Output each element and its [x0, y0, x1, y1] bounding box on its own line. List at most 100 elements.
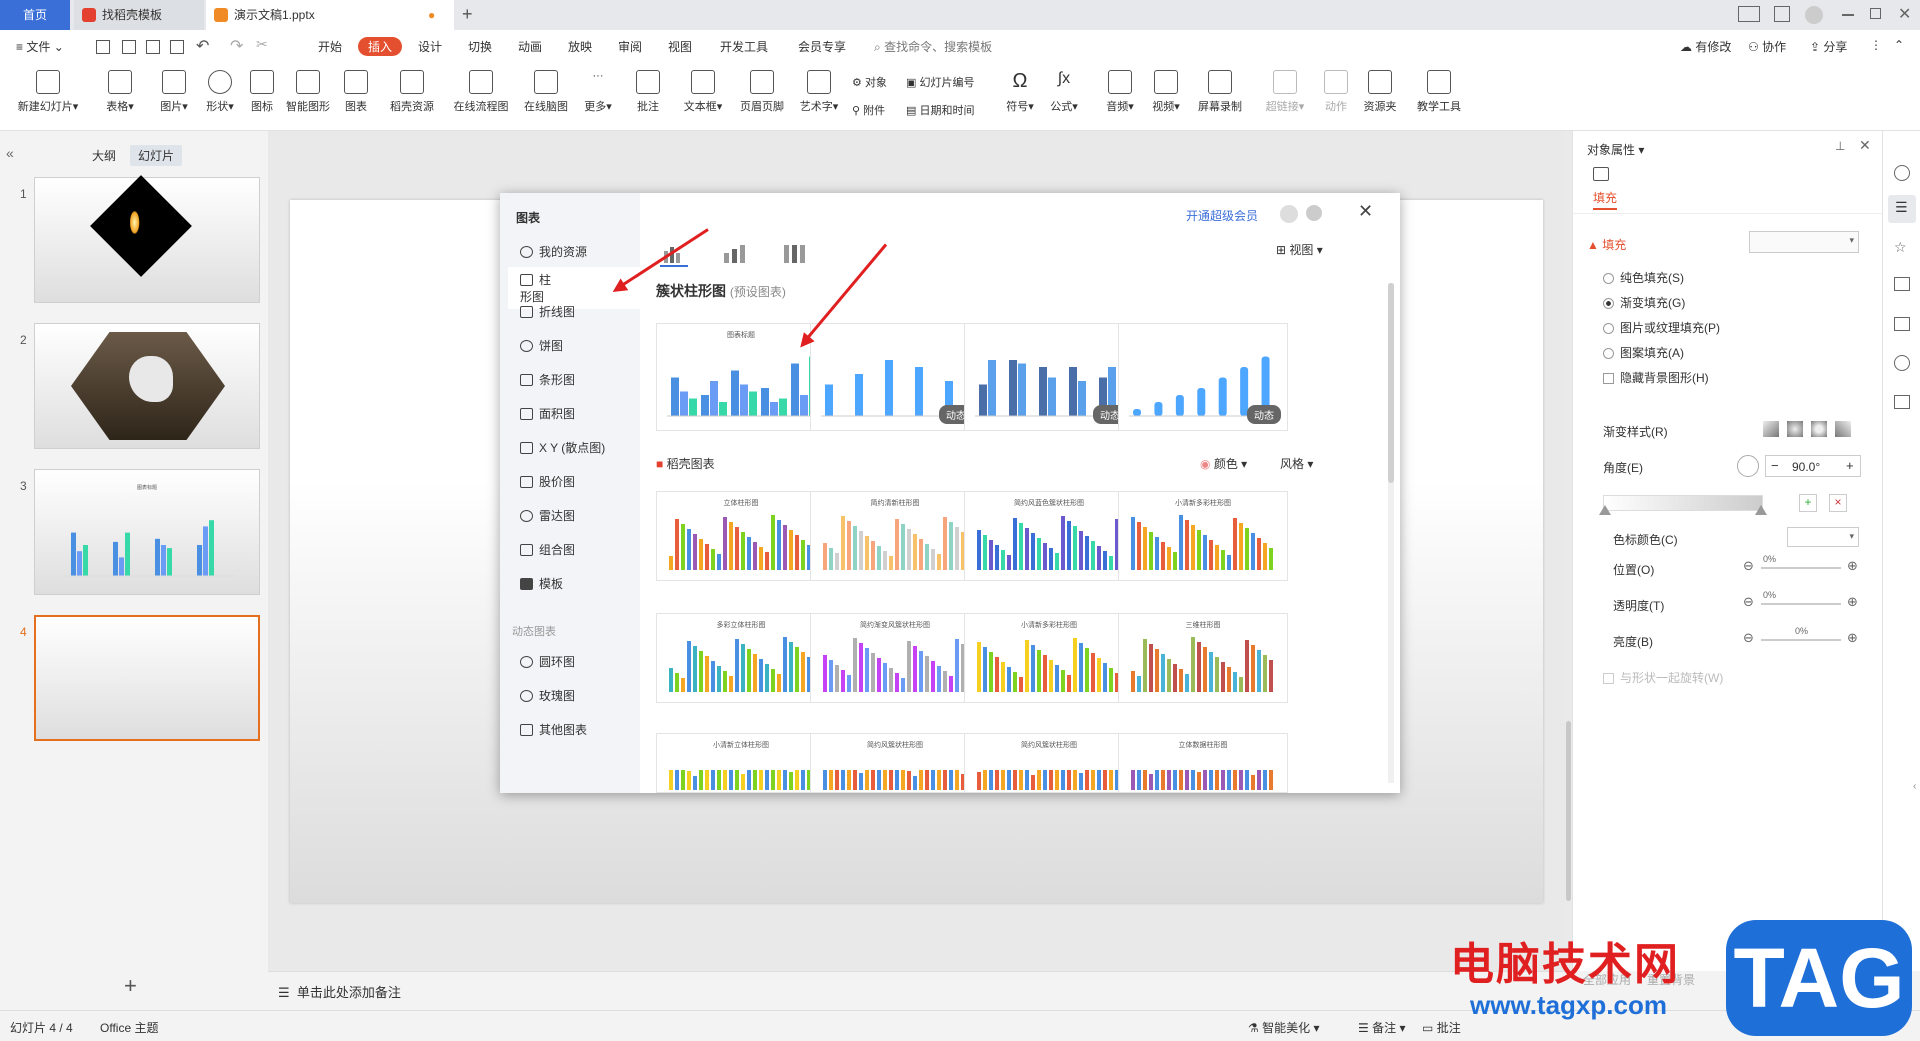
- action-button[interactable]: 动作: [1318, 70, 1354, 114]
- category-bar-chart[interactable]: 条形图: [520, 371, 575, 388]
- avatar[interactable]: [1805, 6, 1823, 24]
- menu-insert[interactable]: 插入: [358, 37, 403, 56]
- attachment-button[interactable]: ⚲ 附件: [852, 102, 885, 118]
- notes-placeholder[interactable]: ☰ 单击此处添加备注: [278, 982, 401, 1001]
- gradient-stop-left[interactable]: [1599, 505, 1611, 515]
- fill-color-dropdown[interactable]: ▾: [1749, 231, 1859, 253]
- color-filter[interactable]: ◉ 颜色 ▾: [1200, 455, 1247, 472]
- close-panel-icon[interactable]: ✕: [1859, 137, 1871, 154]
- fill-bucket-icon[interactable]: [1593, 167, 1609, 181]
- brightness-minus-icon[interactable]: ⊖: [1743, 630, 1754, 646]
- angle-stepper[interactable]: − 90.0° +: [1765, 455, 1861, 477]
- chart-template-card[interactable]: 小清新多彩柱形图: [1118, 491, 1288, 581]
- comment-toggle-button[interactable]: ▭ 批注: [1422, 1019, 1461, 1036]
- share-button[interactable]: ⇪ 分享: [1810, 38, 1847, 55]
- vertical-scrollbar[interactable]: [1565, 131, 1572, 971]
- menu-member[interactable]: 会员专享: [798, 38, 846, 55]
- pattern-fill-option[interactable]: 图案填充(A): [1603, 344, 1684, 361]
- format-painter-icon[interactable]: ✂: [256, 36, 268, 53]
- resource-folder-button[interactable]: 资源夹: [1358, 70, 1402, 114]
- tab-slides[interactable]: 幻灯片: [130, 145, 183, 166]
- hyperlink-button[interactable]: 超链接▾: [1260, 70, 1310, 114]
- pin-icon[interactable]: ⊥: [1835, 139, 1845, 153]
- smartart-button[interactable]: 智能图形: [282, 70, 334, 114]
- gradient-linear-icon[interactable]: [1763, 421, 1779, 437]
- chart-template-card[interactable]: 小清新立体柱形图: [656, 733, 826, 793]
- chart-template-card[interactable]: 多彩立体柱形图: [656, 613, 826, 703]
- beautify-button[interactable]: ⚗ 智能美化 ▾: [1248, 1019, 1319, 1036]
- preset-chart-card-3[interactable]: 动态: [964, 323, 1134, 431]
- chart-template-card[interactable]: 简约风簇状柱形图: [810, 733, 980, 793]
- menu-transition[interactable]: 切换: [468, 38, 492, 55]
- category-my-resources[interactable]: 我的资源: [520, 243, 587, 260]
- menu-developer[interactable]: 开发工具: [720, 38, 768, 55]
- gradient-stop-right[interactable]: [1755, 505, 1767, 515]
- preview-icon[interactable]: [170, 40, 184, 54]
- menu-animation[interactable]: 动画: [518, 38, 542, 55]
- vip-link[interactable]: 开通超级会员: [1186, 207, 1258, 224]
- redo-icon[interactable]: ↷: [230, 36, 243, 56]
- chart-template-card[interactable]: 简约风簇状柱形图: [964, 733, 1134, 793]
- menu-slideshow[interactable]: 放映: [568, 38, 592, 55]
- menu-start[interactable]: 开始: [318, 38, 342, 55]
- position-slider[interactable]: [1761, 567, 1841, 569]
- category-rose-chart[interactable]: 玫瑰图: [520, 687, 575, 704]
- command-search[interactable]: ⌕ 查找命令、搜索模板: [874, 38, 992, 55]
- flowchart-button[interactable]: 在线流程图: [448, 70, 514, 114]
- position-minus-icon[interactable]: ⊖: [1743, 558, 1754, 574]
- export-icon[interactable]: [122, 40, 136, 54]
- theme-name[interactable]: Office 主题: [100, 1019, 158, 1036]
- minimize-icon[interactable]: [1842, 14, 1854, 16]
- category-stock-chart[interactable]: 股价图: [520, 473, 575, 490]
- angle-value[interactable]: 90.0°: [1792, 460, 1820, 474]
- chart-button[interactable]: 图表: [338, 70, 374, 114]
- notes-toggle-button[interactable]: ☰ 备注 ▾: [1358, 1019, 1405, 1036]
- shape-button[interactable]: 形状▾: [198, 70, 242, 114]
- user-avatar[interactable]: [1280, 205, 1298, 223]
- slide-thumbnail-1[interactable]: [34, 175, 260, 303]
- add-stop-icon[interactable]: +: [1799, 494, 1817, 512]
- close-window-icon[interactable]: ✕: [1898, 4, 1911, 24]
- tab-outline[interactable]: 大纲: [84, 145, 124, 166]
- undo-icon[interactable]: ↶: [196, 36, 209, 56]
- brightness-plus-icon[interactable]: ⊕: [1847, 630, 1858, 646]
- category-pie-chart[interactable]: 饼图: [520, 337, 563, 354]
- icon-button[interactable]: 图标: [244, 70, 280, 114]
- apps-icon[interactable]: [1774, 6, 1790, 22]
- stacked-column-subtype[interactable]: [720, 243, 748, 265]
- delete-stop-icon[interactable]: ×: [1829, 494, 1847, 512]
- notes-bar[interactable]: ☰ 单击此处添加备注: [268, 971, 1565, 1010]
- category-radar-chart[interactable]: 雷达图: [520, 507, 575, 524]
- gradient-bar[interactable]: [1603, 495, 1763, 511]
- object-button[interactable]: ⚙ 对象: [852, 74, 887, 90]
- animation-icon[interactable]: ☆: [1894, 239, 1907, 256]
- solid-fill-option[interactable]: 纯色填充(S): [1603, 269, 1684, 286]
- category-doughnut-chart[interactable]: 圆环图: [520, 653, 575, 670]
- slide-thumbnail-4[interactable]: [34, 615, 260, 741]
- chart-template-card[interactable]: 简约清新柱形图: [810, 491, 980, 581]
- table-button[interactable]: 表格▾: [98, 70, 142, 114]
- position-plus-icon[interactable]: ⊕: [1847, 558, 1858, 574]
- collapse-ribbon-icon[interactable]: ⌃: [1894, 38, 1904, 52]
- more-insert-button[interactable]: ··· 更多▾: [578, 70, 618, 114]
- add-slide-icon[interactable]: +: [124, 973, 137, 999]
- gradient-path-icon[interactable]: [1835, 421, 1851, 437]
- gradient-fill-option[interactable]: 渐变填充(G): [1603, 294, 1685, 311]
- wordart-button[interactable]: 艺术字▾: [794, 70, 844, 114]
- copy-icon[interactable]: [1894, 277, 1910, 291]
- compass-icon[interactable]: [1894, 355, 1910, 371]
- category-scatter-chart[interactable]: X Y (散点图): [520, 439, 605, 456]
- chart-template-card[interactable]: 三维柱形图: [1118, 613, 1288, 703]
- audio-button[interactable]: 音频▾: [1100, 70, 1140, 114]
- scroll-thumb[interactable]: [1566, 721, 1571, 901]
- header-footer-button[interactable]: 页眉页脚: [734, 70, 790, 114]
- book-icon[interactable]: [1894, 395, 1910, 409]
- gradient-radial-icon[interactable]: [1787, 421, 1803, 437]
- save-icon[interactable]: [96, 40, 110, 54]
- category-other-charts[interactable]: 其他图表: [520, 721, 587, 738]
- formula-button[interactable]: ∫x 公式▾: [1044, 70, 1084, 114]
- textbox-button[interactable]: 文本框▾: [678, 70, 728, 114]
- tab-home[interactable]: 首页: [0, 0, 70, 30]
- category-template[interactable]: 模板: [520, 575, 563, 592]
- docer-resource-button[interactable]: 稻壳资源: [384, 70, 440, 114]
